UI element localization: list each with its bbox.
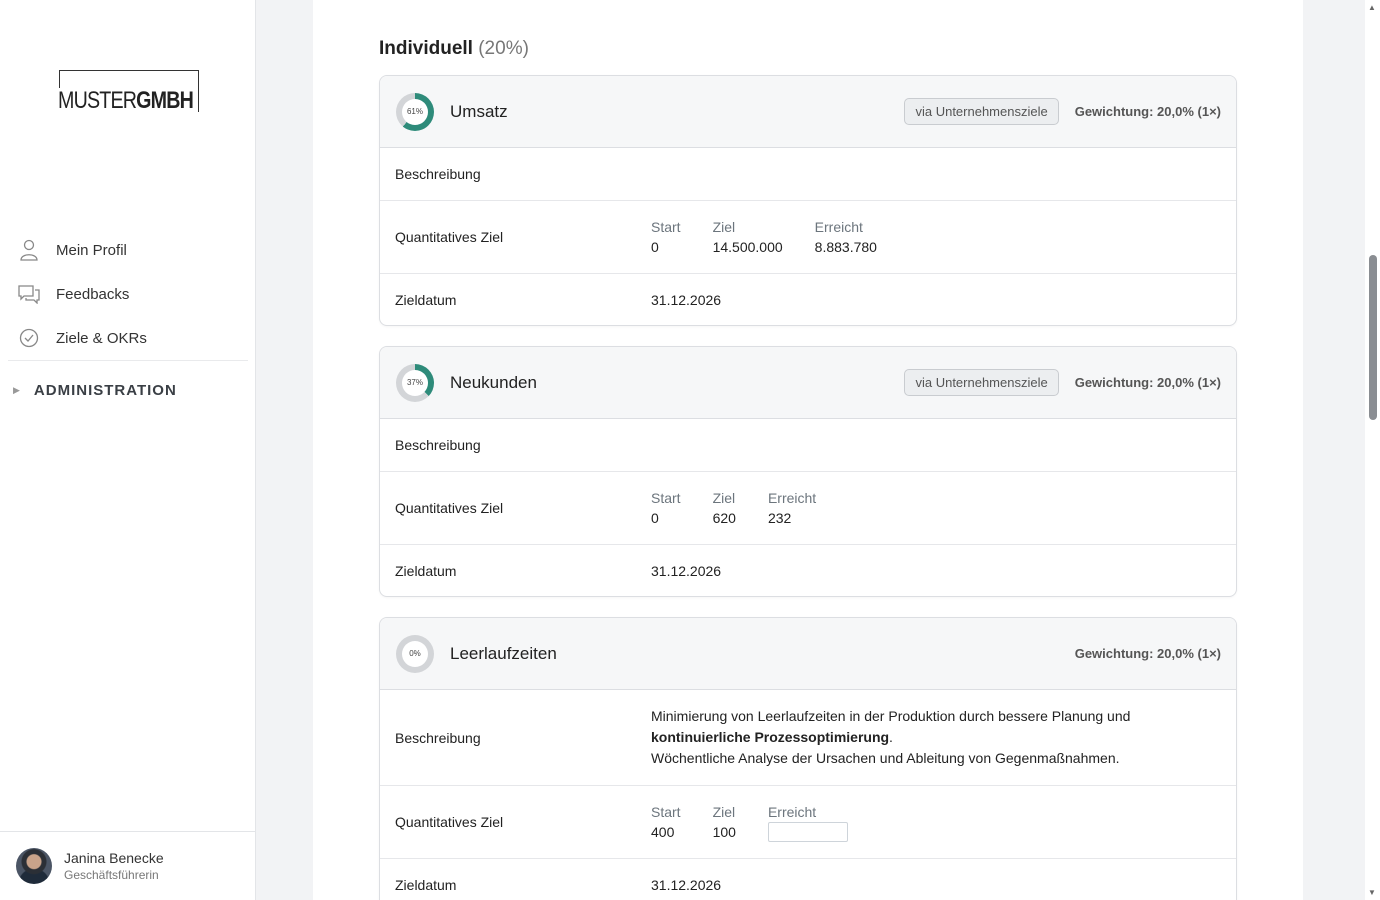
sidebar-item-feedbacks[interactable]: Feedbacks	[0, 272, 256, 316]
quant-goal-row: Quantitatives Ziel Start 0 Ziel 620 Erreic…	[380, 472, 1236, 545]
quant-goal-label: Quantitatives Ziel	[395, 814, 504, 830]
progress-donut: 61%	[396, 92, 434, 131]
metric-achieved: Erreicht	[767, 802, 848, 843]
achieved-value: 232	[767, 510, 792, 526]
page-scrollbar[interactable]: ▲ ▼	[1365, 0, 1380, 900]
target-date-label: Zieldatum	[395, 562, 457, 579]
goal-title: Umsatz	[450, 101, 508, 121]
start-value: 400	[651, 823, 675, 840]
scrollbar-thumb[interactable]	[1369, 255, 1377, 420]
user-icon	[18, 239, 40, 261]
goal-weight: Gewichtung: 20,0% (1×)	[1074, 104, 1221, 119]
goal-card-header[interactable]: 61% Umsatz via Unternehmensziele Gewicht…	[380, 76, 1236, 148]
target-date-row: Zieldatum 31.12.2026	[380, 274, 1236, 325]
goal-title: Neukunden	[450, 372, 537, 392]
target-date-label: Zieldatum	[395, 291, 457, 308]
progress-donut: 0%	[396, 634, 434, 673]
main-content: Individuell (20%) 61% Umsatz via Unterne…	[313, 0, 1303, 900]
goal-card: 37% Neukunden via Unternehmensziele Gewi…	[379, 346, 1237, 597]
caret-right-icon: ▶	[13, 384, 20, 395]
sidebar-item-label: Mein Profil	[56, 241, 127, 259]
quant-goal-row: Quantitatives Ziel Start 400 Ziel 100 Erre…	[380, 786, 1236, 859]
check-circle-icon	[18, 327, 40, 349]
sidebar: MUSTERGMBH Mein Profil Feedbacks Ziele &…	[0, 0, 256, 900]
target-date-row: Zieldatum 31.12.2026	[380, 859, 1236, 900]
logo-text-thin: MUSTER	[58, 87, 137, 114]
goal-description: Minimierung von Leerlaufzeiten in der Pr…	[651, 708, 1131, 766]
progress-label: 61%	[406, 107, 423, 116]
quant-goal-label: Quantitatives Ziel	[395, 500, 504, 516]
avatar	[16, 848, 52, 884]
description-row: Beschreibung Minimierung von Leerlaufzei…	[380, 690, 1236, 786]
metric-achieved: Erreicht 232	[767, 490, 817, 526]
progress-donut: 37%	[396, 363, 434, 402]
goal-card-header[interactable]: 37% Neukunden via Unternehmensziele Gewi…	[380, 347, 1236, 419]
user-name: Janina Benecke	[64, 850, 164, 866]
progress-label: 0%	[409, 649, 421, 658]
start-value: 0	[651, 239, 659, 255]
sidebar-item-label: Ziele & OKRs	[56, 329, 147, 347]
metric-target: Ziel 620	[712, 490, 736, 526]
metric-start: Start 0	[651, 490, 681, 526]
start-value: 0	[651, 510, 659, 526]
progress-label: 37%	[406, 378, 423, 387]
metric-start: Start 400	[651, 803, 681, 840]
chat-icon	[18, 283, 40, 305]
description-label: Beschreibung	[395, 729, 481, 746]
achieved-value: 8.883.780	[814, 239, 877, 255]
section-title-percent: (20%)	[478, 38, 529, 59]
description-row: Beschreibung	[380, 148, 1236, 201]
target-value: 14.500.000	[712, 239, 783, 255]
quant-goal-label: Quantitatives Ziel	[395, 229, 504, 245]
target-date-label: Zieldatum	[395, 877, 457, 893]
metric-target: Ziel 14.500.000	[712, 219, 783, 255]
quant-goal-row: Quantitatives Ziel Start 0 Ziel 14.500.000…	[380, 201, 1236, 274]
description-row: Beschreibung	[380, 419, 1236, 472]
sidebar-item-mein-profil[interactable]: Mein Profil	[0, 228, 256, 272]
scroll-down-icon[interactable]: ▼	[1368, 888, 1376, 897]
sidebar-nav: Mein Profil Feedbacks Ziele & OKRs ▶ ADM…	[0, 228, 256, 419]
section-title-text: Individuell	[379, 38, 473, 59]
sidebar-section-label: ADMINISTRATION	[33, 381, 177, 399]
via-company-goals-badge[interactable]: via Unternehmensziele	[904, 98, 1059, 125]
target-date-value: 31.12.2026	[651, 877, 722, 893]
company-logo[interactable]: MUSTERGMBH	[58, 70, 199, 114]
description-label: Beschreibung	[395, 166, 481, 182]
target-date-row: Zieldatum 31.12.2026	[380, 545, 1236, 596]
via-company-goals-badge[interactable]: via Unternehmensziele	[904, 369, 1059, 396]
achieved-input[interactable]	[767, 822, 848, 843]
logo-text-bold: GMBH	[136, 87, 194, 114]
goal-weight: Gewichtung: 20,0% (1×)	[1074, 646, 1221, 661]
description-bold-text: kontinuierliche Prozessoptimierung	[651, 729, 890, 745]
target-date-value: 31.12.2026	[651, 562, 722, 579]
target-value: 100	[712, 823, 736, 840]
sidebar-section-administration[interactable]: ▶ ADMINISTRATION	[0, 361, 256, 419]
metric-achieved: Erreicht 8.883.780	[814, 219, 877, 255]
target-date-value: 31.12.2026	[651, 291, 722, 308]
goal-card: 0% Leerlaufzeiten Gewichtung: 20,0% (1×)…	[379, 617, 1237, 900]
scroll-up-icon[interactable]: ▲	[1368, 3, 1376, 12]
goal-weight: Gewichtung: 20,0% (1×)	[1074, 375, 1221, 390]
sidebar-item-ziele-okrs[interactable]: Ziele & OKRs	[0, 316, 256, 360]
sidebar-item-label: Feedbacks	[56, 285, 130, 303]
target-value: 620	[712, 510, 736, 526]
description-label: Beschreibung	[395, 437, 481, 453]
section-title: Individuell (20%)	[379, 38, 529, 60]
user-profile[interactable]: Janina Benecke Geschäftsführerin	[0, 831, 256, 900]
goal-card: 61% Umsatz via Unternehmensziele Gewicht…	[379, 75, 1237, 326]
metric-start: Start 0	[651, 219, 681, 255]
user-role: Geschäftsführerin	[64, 868, 159, 882]
goal-title: Leerlaufzeiten	[450, 643, 557, 663]
metric-target: Ziel 100	[712, 803, 736, 840]
goal-card-header[interactable]: 0% Leerlaufzeiten Gewichtung: 20,0% (1×)	[380, 618, 1236, 690]
